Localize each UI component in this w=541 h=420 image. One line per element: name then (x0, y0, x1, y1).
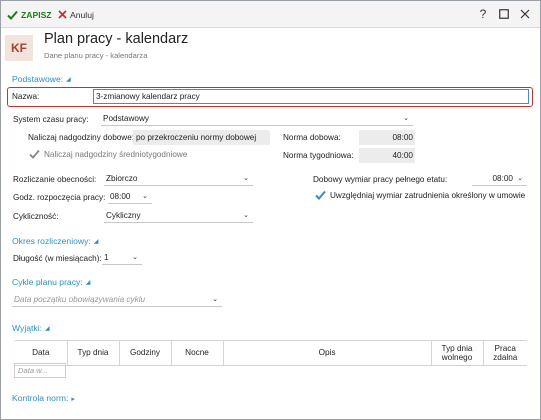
start-hour-select[interactable]: 08:00 ⌄ (108, 190, 152, 204)
section-exceptions-label: Wyjątki: (12, 323, 43, 333)
save-label: ZAPISZ (21, 9, 52, 20)
section-norm-control[interactable]: Kontrola norm: ▸ (12, 393, 75, 403)
section-settlement-label: Okres rozliczeniowy: (12, 236, 91, 246)
avatar: KF (5, 35, 33, 61)
weekly-norm-label: Norma tygodniowa: (283, 151, 354, 160)
time-system-value: Podstawowy (103, 114, 149, 123)
collapse-triangle-icon: ◢ (45, 326, 50, 333)
checkmark-icon (315, 190, 326, 200)
page-subtitle: Dane planu pracy - kalendarza (44, 51, 148, 60)
cycle-start-placeholder: Data początku obowiązywania cyklu (14, 295, 146, 304)
attendance-select[interactable]: Zbiorczo ⌄ (104, 172, 253, 186)
close-window-icon[interactable] (517, 6, 533, 22)
save-button[interactable]: ZAPISZ (7, 7, 52, 22)
overtime-daily-label: Naliczaj nadgodziny dobowe: (28, 133, 135, 142)
help-icon[interactable]: ? (475, 6, 491, 22)
cancel-button[interactable]: Anuluj (58, 7, 94, 22)
cyclicity-label: Cykliczność: (13, 212, 59, 221)
section-norm-control-label: Kontrola norm: (12, 393, 69, 403)
toolbar: ZAPISZ Anuluj ? (1, 1, 540, 28)
column-header[interactable]: Typ dnia (66, 340, 119, 366)
section-settlement[interactable]: Okres rozliczeniowy: ◢ (12, 236, 98, 246)
column-header[interactable]: Nocne (170, 340, 223, 366)
cancel-label: Anuluj (70, 9, 94, 20)
cyclicity-select[interactable]: Cykliczny ⌄ (104, 209, 253, 223)
daily-norm-value: 08:00 (359, 130, 415, 145)
dialog-window: ZAPISZ Anuluj ? KF Plan pracy - kalendar… (0, 0, 541, 420)
employment-label: Uwzględniaj wymiar zatrudnienia określon… (330, 190, 526, 200)
daily-norm-label: Norma dobowa: (283, 133, 341, 142)
expand-triangle-icon: ▸ (71, 395, 75, 403)
overtime-daily-value: po przekroczeniu normy dobowej (133, 130, 270, 145)
table-header-row: Data Typ dnia Godziny Nocne Opis Typ dni… (15, 340, 527, 366)
start-hour-label: Godz. rozpoczęcia pracy: (13, 193, 106, 202)
overtime-avgweekly-checkbox: Naliczaj nadgodziny średniotygodniowe (29, 149, 187, 159)
chevron-down-icon: ⌄ (403, 115, 409, 122)
collapse-triangle-icon: ◢ (66, 77, 71, 84)
column-header[interactable]: Data (15, 341, 67, 366)
time-system-label: System czasu pracy: (13, 115, 89, 124)
page-title: Plan pracy - kalendarz (44, 31, 189, 47)
start-hour-value: 08:00 (110, 192, 131, 201)
name-field-highlight: Nazwa: (7, 87, 533, 107)
overtime-avgweekly-label: Naliczaj nadgodziny średniotygodniowe (44, 149, 188, 159)
maximize-icon[interactable] (496, 6, 512, 22)
name-input[interactable] (93, 89, 529, 104)
checkmark-icon (7, 10, 18, 20)
time-system-select[interactable]: Podstawowy ⌄ (101, 112, 413, 126)
chevron-down-icon: ⌄ (517, 175, 523, 182)
attendance-value: Zbiorczo (106, 174, 138, 183)
chevron-down-icon: ⌄ (243, 175, 249, 182)
length-value: 1 (104, 253, 109, 262)
chevron-down-icon: ⌄ (132, 254, 138, 261)
section-basic-label: Podstawowe: (12, 74, 64, 84)
chevron-down-icon: ⌄ (212, 296, 218, 303)
fulltime-value: 08:00 (492, 174, 514, 183)
cycle-start-select[interactable]: Data początku obowiązywania cyklu ⌄ (12, 293, 222, 307)
length-label: Długość (w miesiącach): (13, 254, 102, 263)
checkmark-icon (29, 149, 40, 159)
employment-checkbox[interactable]: Uwzględniaj wymiar zatrudnienia określon… (315, 190, 525, 200)
exceptions-table: Data Typ dnia Godziny Nocne Opis Typ dni… (15, 340, 527, 366)
close-icon (58, 10, 67, 19)
fulltime-select[interactable]: 08:00 ⌄ (472, 172, 527, 186)
section-cycles[interactable]: Cykle planu pracy: ◢ (12, 277, 90, 287)
column-header[interactable]: Praca zdalna (482, 340, 527, 366)
name-label: Nazwa: (12, 92, 40, 101)
column-header[interactable]: Opis (222, 340, 431, 366)
attendance-label: Rozliczanie obecności: (13, 175, 97, 184)
section-exceptions[interactable]: Wyjątki: ◢ (12, 323, 50, 333)
fulltime-label: Dobowy wymiar pracy pełnego etatu: (313, 175, 448, 184)
collapse-triangle-icon: ◢ (93, 239, 99, 246)
length-select[interactable]: 1 ⌄ (102, 251, 142, 265)
column-header[interactable]: Godziny (118, 340, 171, 366)
section-basic[interactable]: Podstawowe: ◢ (12, 74, 71, 84)
new-row-date-input[interactable]: Data w... (14, 363, 66, 378)
section-cycles-label: Cykle planu pracy: (12, 277, 83, 287)
chevron-down-icon: ⌄ (243, 212, 249, 219)
column-header[interactable]: Typ dnia wolnego (430, 340, 483, 366)
weekly-norm-value: 40:00 (359, 148, 415, 163)
cyclicity-value: Cykliczny (106, 211, 141, 220)
collapse-triangle-icon: ◢ (85, 280, 91, 287)
chevron-down-icon: ⌄ (142, 193, 148, 200)
